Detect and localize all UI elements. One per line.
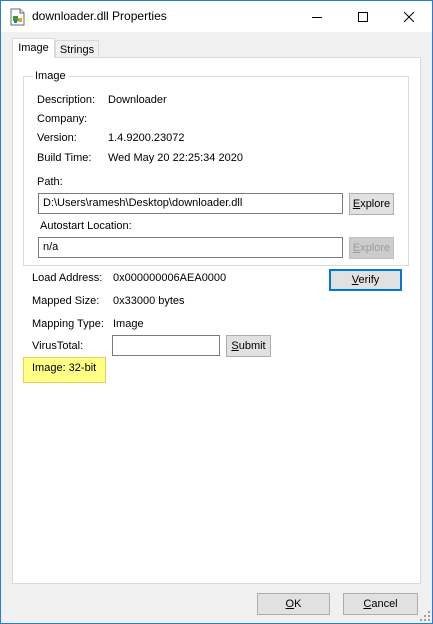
maximize-icon bbox=[358, 11, 368, 22]
load-address-label: Load Address: bbox=[32, 272, 103, 284]
groupbox-legend: Image bbox=[33, 70, 68, 82]
path-label: Path: bbox=[37, 176, 63, 188]
autostart-label: Autostart Location: bbox=[40, 220, 132, 232]
resize-grip-icon[interactable] bbox=[420, 611, 431, 622]
build-time-label: Build Time: bbox=[37, 152, 92, 164]
description-label: Description: bbox=[37, 94, 96, 106]
ok-button[interactable]: OK bbox=[257, 593, 330, 615]
load-address-value: 0x000000006AEA0000 bbox=[113, 272, 227, 284]
autostart-field[interactable]: n/a bbox=[38, 237, 343, 258]
submit-button[interactable]: Submit bbox=[226, 335, 271, 357]
window-title: downloader.dll Properties bbox=[32, 9, 167, 23]
minimize-icon bbox=[312, 16, 322, 18]
close-button[interactable] bbox=[386, 1, 432, 32]
verify-button[interactable]: Verify bbox=[329, 269, 402, 291]
mapped-size-value: 0x33000 bytes bbox=[113, 295, 185, 307]
title-bar[interactable]: downloader.dll Properties bbox=[1, 1, 432, 32]
tab-strings[interactable]: Strings bbox=[55, 40, 99, 58]
path-explore-button[interactable]: Explore bbox=[349, 193, 394, 215]
virustotal-field[interactable] bbox=[112, 335, 220, 356]
mapping-type-label: Mapping Type: bbox=[32, 318, 104, 330]
version-label: Version: bbox=[37, 132, 77, 144]
autostart-explore-button[interactable]: Explore bbox=[349, 237, 394, 259]
build-time-value: Wed May 20 22:25:34 2020 bbox=[108, 152, 243, 164]
minimize-button[interactable] bbox=[294, 1, 340, 32]
image-bitness-label: Image: 32-bit bbox=[32, 362, 97, 374]
cancel-button[interactable]: Cancel bbox=[343, 593, 418, 615]
maximize-button[interactable] bbox=[340, 1, 386, 32]
close-icon bbox=[404, 11, 414, 22]
path-field[interactable]: D:\Users\ramesh\Desktop\downloader.dll bbox=[38, 193, 343, 214]
mapped-size-label: Mapped Size: bbox=[32, 295, 100, 307]
dll-file-icon bbox=[10, 8, 26, 26]
mapping-type-value: Image bbox=[113, 318, 144, 330]
company-label: Company: bbox=[37, 113, 88, 125]
tab-image[interactable]: Image bbox=[12, 38, 55, 58]
version-value: 1.4.9200.23072 bbox=[108, 132, 185, 144]
virustotal-label: VirusTotal: bbox=[32, 340, 84, 352]
properties-window: downloader.dll Properties Image Strings … bbox=[0, 0, 433, 624]
description-value: Downloader bbox=[108, 94, 167, 106]
